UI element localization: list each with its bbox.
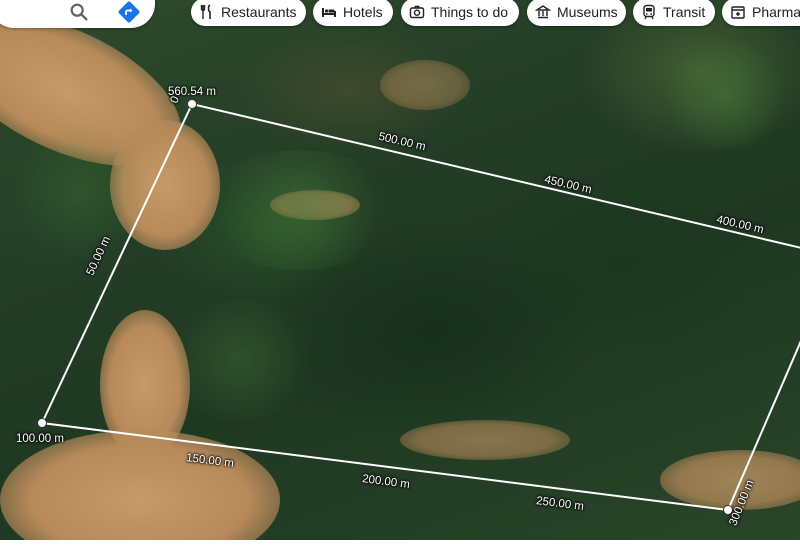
measure-line xyxy=(40,102,800,512)
measure-vertex[interactable] xyxy=(37,418,47,428)
chip-label: Hotels xyxy=(343,4,383,20)
chip-museums[interactable]: Museums xyxy=(527,0,626,26)
museum-icon xyxy=(535,5,551,19)
measure-vertex[interactable] xyxy=(187,99,197,109)
restaurant-icon xyxy=(200,4,211,19)
chip-label: Museums xyxy=(557,4,618,20)
distance-label: 100.00 m xyxy=(16,433,64,445)
chip-hotels[interactable]: Hotels xyxy=(313,0,393,26)
hotel-icon xyxy=(322,8,336,17)
chip-transit[interactable]: Transit xyxy=(633,0,715,26)
pharmacy-icon xyxy=(731,6,745,19)
chip-label: Restaurants xyxy=(221,4,297,20)
chip-label: Pharma xyxy=(752,4,800,20)
bottom-edge xyxy=(0,540,800,552)
satellite-map[interactable]: 560.54 m 0 500.00 m 450.00 m 400.00 m 50… xyxy=(0,0,800,540)
chip-label: Transit xyxy=(663,4,706,20)
camera-icon xyxy=(409,5,425,19)
search-icon[interactable] xyxy=(68,1,90,23)
chip-restaurants[interactable]: Restaurants xyxy=(191,0,306,26)
directions-icon[interactable] xyxy=(117,0,141,24)
chip-label: Things to do xyxy=(431,4,509,20)
map-top-bar: Restaurants Hotels Things to do Museums xyxy=(0,0,800,30)
transit-icon xyxy=(643,4,655,20)
measure-path xyxy=(40,102,800,512)
chip-pharmacies[interactable]: Pharma xyxy=(722,0,800,26)
chip-things-to-do[interactable]: Things to do xyxy=(401,0,519,26)
